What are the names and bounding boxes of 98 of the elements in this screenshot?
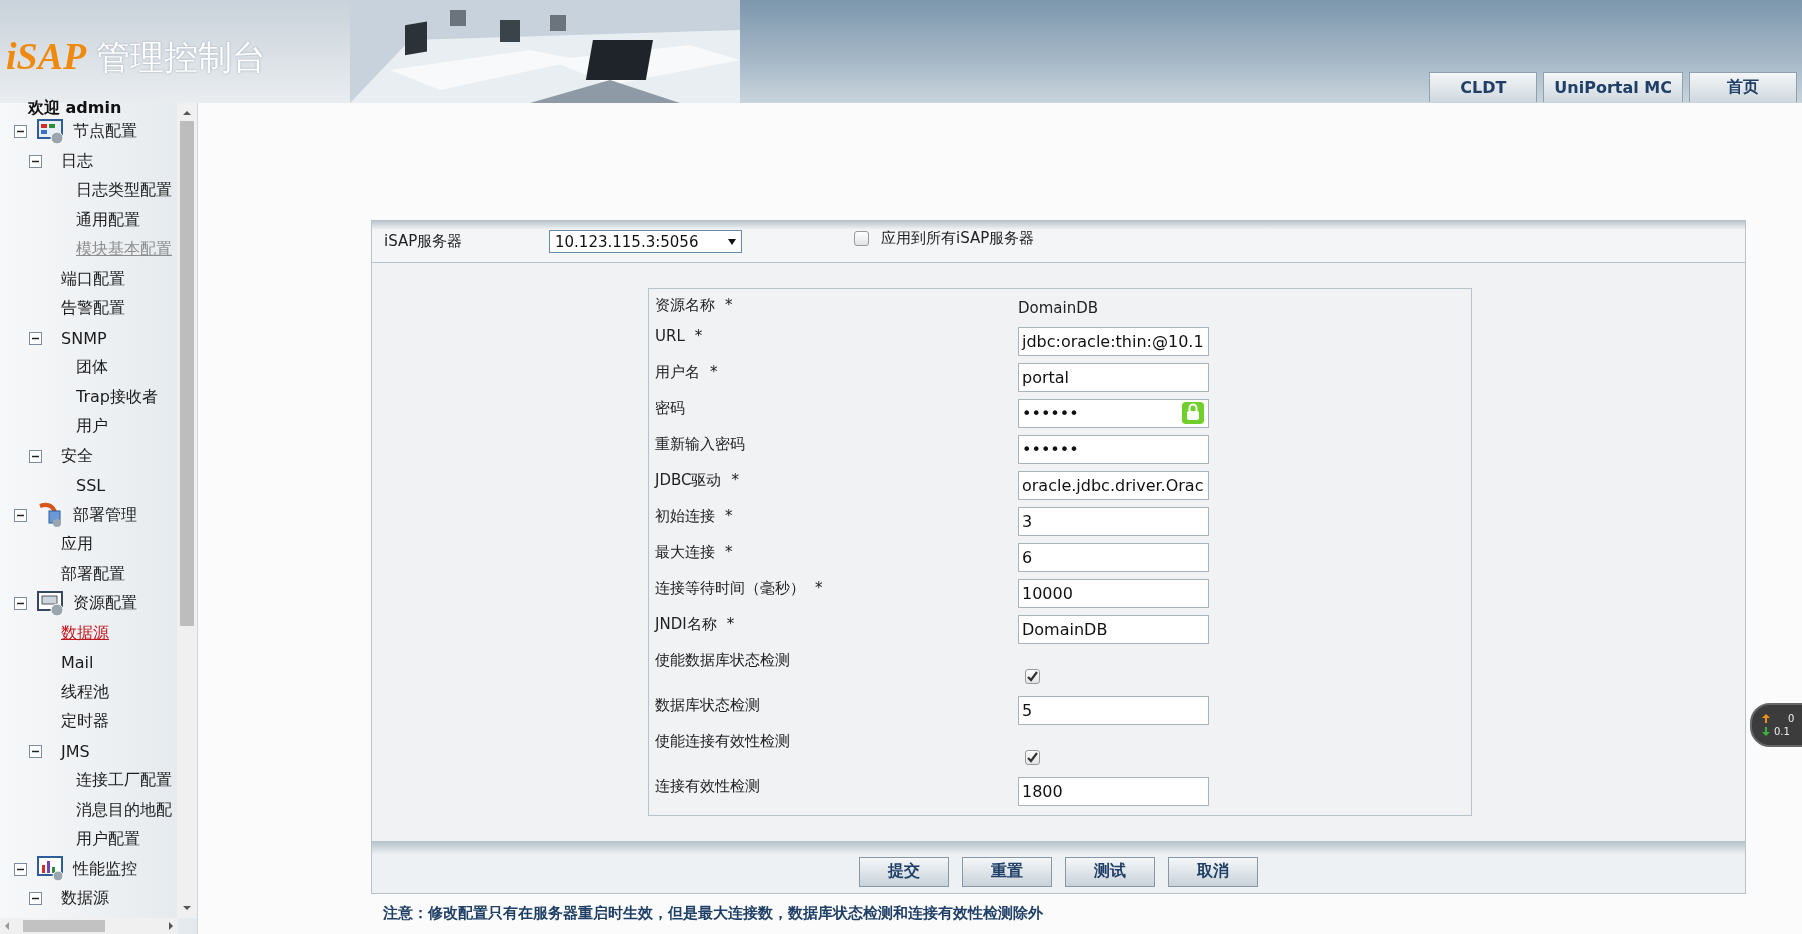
collapse-icon[interactable] bbox=[29, 892, 42, 906]
tree-item[interactable]: 数据源 bbox=[61, 888, 109, 910]
logo: iSAP bbox=[6, 34, 87, 78]
scroll-right-icon[interactable] bbox=[167, 922, 175, 930]
tree-item[interactable]: 团体 bbox=[76, 357, 108, 379]
required-mark: * bbox=[726, 615, 735, 633]
upload-speed: 0 bbox=[1788, 713, 1795, 724]
input-field[interactable]: jdbc:oracle:thin:@10.1 bbox=[1018, 326, 1209, 356]
input-field[interactable]: 6 bbox=[1018, 542, 1209, 572]
password-field[interactable]: •••••• bbox=[1018, 434, 1209, 464]
tree-item[interactable]: 数据源 bbox=[61, 622, 109, 644]
input-field[interactable]: 5 bbox=[1018, 695, 1209, 725]
collapse-icon[interactable] bbox=[29, 449, 42, 463]
checkbox[interactable] bbox=[854, 231, 869, 246]
field-label: URL bbox=[655, 327, 685, 345]
collapse-icon[interactable] bbox=[14, 597, 27, 611]
scrollbar[interactable] bbox=[177, 103, 197, 918]
field-label: 用户名 bbox=[655, 363, 700, 381]
checkbox-label: 应用到所有iSAP服务器 bbox=[881, 229, 1035, 248]
input-field[interactable]: DomainDB bbox=[1018, 614, 1209, 644]
field-label: JDBC驱动 bbox=[655, 471, 722, 489]
tree-item[interactable]: JMS bbox=[61, 741, 90, 761]
tree-item[interactable]: 部署配置 bbox=[61, 563, 125, 585]
required-mark: * bbox=[731, 471, 739, 489]
checkbox[interactable] bbox=[1025, 669, 1040, 684]
tree-item[interactable]: 日志 bbox=[61, 150, 93, 172]
monitor-icon bbox=[37, 590, 65, 617]
nav-button[interactable]: CLDT bbox=[1429, 72, 1538, 102]
tree-item[interactable]: 告警配置 bbox=[61, 298, 125, 320]
scroll-up-icon[interactable] bbox=[183, 109, 191, 117]
form-button[interactable]: 测试 bbox=[1065, 856, 1155, 887]
field-label: 最大连接 bbox=[655, 543, 715, 561]
tree-item[interactable]: 用户 bbox=[76, 416, 108, 438]
required-mark: * bbox=[725, 296, 733, 314]
collapse-icon[interactable] bbox=[29, 331, 42, 345]
collapse-icon[interactable] bbox=[14, 862, 27, 876]
field-label: 连接有效性检测 bbox=[655, 777, 760, 795]
field-label: JNDI名称 bbox=[655, 615, 717, 633]
download-speed: 0.1 bbox=[1774, 726, 1790, 737]
server-label: iSAP服务器 bbox=[384, 232, 464, 251]
scroll-down-icon[interactable] bbox=[183, 904, 191, 912]
collapse-icon[interactable] bbox=[14, 125, 27, 139]
node-config-icon bbox=[37, 118, 65, 145]
tree-item[interactable]: 连接工厂配置 bbox=[76, 770, 172, 792]
required-mark: * bbox=[710, 363, 718, 381]
form-button[interactable]: 取消 bbox=[1168, 856, 1258, 887]
tree-item[interactable]: 节点配置 bbox=[73, 121, 137, 143]
field-label: 连接等待时间（毫秒） bbox=[655, 579, 805, 597]
input-field[interactable]: portal bbox=[1018, 362, 1209, 392]
form-button[interactable]: 重置 bbox=[962, 856, 1052, 887]
server-select[interactable]: 10.123.115.3:5056 bbox=[549, 230, 742, 253]
tree-item[interactable]: 性能监控 bbox=[73, 858, 137, 880]
input-field[interactable]: 3 bbox=[1018, 506, 1209, 536]
field-label: 重新输入密码 bbox=[655, 435, 745, 453]
tree-item[interactable]: SSL bbox=[76, 476, 106, 496]
tree-item[interactable]: SNMP bbox=[61, 328, 107, 348]
note-text: 注意：修改配置只有在服务器重启时生效，但是最大连接数，数据库状态检测和连接有效性检测除外 bbox=[382, 903, 1044, 923]
collapse-icon[interactable] bbox=[29, 154, 42, 168]
tree-item[interactable]: 用户配置 bbox=[76, 829, 140, 851]
checkbox[interactable] bbox=[1025, 750, 1040, 765]
nav-button[interactable]: UniPortal MC bbox=[1543, 72, 1683, 102]
field-label: 初始连接 bbox=[655, 507, 715, 525]
field-label: 资源名称 bbox=[655, 296, 715, 314]
up-arrow-icon bbox=[1762, 714, 1770, 723]
tree-item[interactable]: 消息目的地配 bbox=[76, 799, 172, 821]
welcome-text: 欢迎 admin bbox=[28, 98, 122, 119]
form-button[interactable]: 提交 bbox=[859, 856, 949, 887]
field-label: 使能连接有效性检测 bbox=[655, 732, 790, 750]
field-label: 使能数据库状态检测 bbox=[655, 651, 790, 669]
scrollbar[interactable] bbox=[0, 918, 178, 934]
tree-item[interactable]: Mail bbox=[61, 653, 94, 673]
chart-icon bbox=[37, 856, 65, 883]
required-mark: * bbox=[694, 327, 703, 345]
caret-icon bbox=[728, 238, 736, 245]
field-label: 数据库状态检测 bbox=[655, 696, 760, 714]
collapse-icon[interactable] bbox=[14, 508, 27, 522]
field-label: 密码 bbox=[655, 399, 685, 417]
tree-item[interactable]: 端口配置 bbox=[61, 268, 125, 290]
input-field[interactable]: 1800 bbox=[1018, 776, 1209, 806]
tree-item[interactable]: 通用配置 bbox=[76, 209, 140, 231]
down-arrow-icon bbox=[1762, 727, 1770, 736]
required-mark: * bbox=[815, 579, 823, 597]
tree-item[interactable]: 线程池 bbox=[61, 681, 109, 703]
input-field[interactable]: oracle.jdbc.driver.Orac bbox=[1018, 470, 1209, 500]
nav-button[interactable]: 首页 bbox=[1689, 72, 1797, 102]
collapse-icon[interactable] bbox=[29, 744, 42, 758]
tree-item[interactable]: 安全 bbox=[61, 445, 93, 467]
tree-item[interactable]: 应用 bbox=[61, 534, 93, 556]
tree-item[interactable]: Trap接收者 bbox=[76, 386, 158, 408]
tree-item[interactable]: 日志类型配置 bbox=[76, 180, 172, 202]
field-value: DomainDB bbox=[1018, 298, 1099, 317]
tree-item[interactable]: 部署管理 bbox=[73, 504, 137, 526]
required-mark: * bbox=[725, 507, 733, 525]
input-field[interactable]: 10000 bbox=[1018, 578, 1209, 608]
required-mark: * bbox=[725, 543, 733, 561]
tree-item[interactable]: 资源配置 bbox=[73, 593, 137, 615]
tree-item[interactable]: 定时器 bbox=[61, 711, 109, 733]
password-field[interactable]: •••••• bbox=[1018, 398, 1209, 428]
